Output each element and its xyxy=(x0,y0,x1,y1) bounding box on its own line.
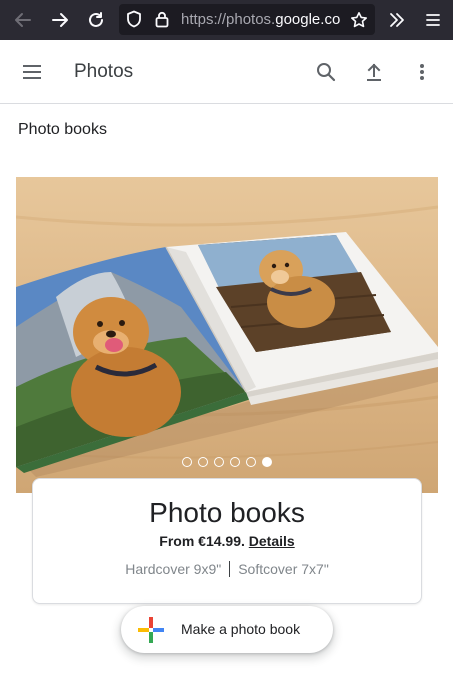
plus-icon xyxy=(138,617,164,643)
carousel-dot[interactable] xyxy=(198,457,208,467)
product-title: Photo books xyxy=(149,497,305,528)
lock-icon xyxy=(155,11,169,27)
make-photo-book-label: Make a photo book xyxy=(181,621,301,637)
app-header: Photos xyxy=(0,40,453,104)
carousel-dot[interactable] xyxy=(246,457,256,467)
section-title: Photo books xyxy=(18,121,107,138)
photo-book-image[interactable] xyxy=(16,177,438,493)
url-prefix: https://photos. xyxy=(181,11,276,28)
chevrons-right-icon xyxy=(390,13,404,27)
browser-toolbar: https://photos.google.com xyxy=(0,0,453,40)
carousel-dot-active[interactable] xyxy=(262,457,272,467)
arrow-right-icon xyxy=(52,13,68,27)
star-icon xyxy=(351,12,367,28)
site-info-button[interactable] xyxy=(149,6,175,32)
bookmark-button[interactable] xyxy=(346,7,372,33)
tracking-protection-button[interactable] xyxy=(121,6,147,32)
product-card: Photo books From €14.99. Details Hardcov… xyxy=(32,478,422,604)
details-link[interactable]: Details xyxy=(249,533,295,549)
upload-button[interactable] xyxy=(360,58,388,86)
make-photo-book-button[interactable]: Make a photo book xyxy=(121,606,333,653)
carousel-dot[interactable] xyxy=(182,457,192,467)
more-options-button[interactable] xyxy=(408,58,436,86)
url-bar[interactable]: https://photos.google.com xyxy=(119,4,375,35)
carousel-dot[interactable] xyxy=(230,457,240,467)
search-icon xyxy=(317,63,336,82)
price-text: From €14.99. xyxy=(159,533,245,549)
arrow-left-icon xyxy=(15,13,31,27)
photo-book-illustration xyxy=(16,205,438,477)
overflow-button[interactable] xyxy=(384,7,410,33)
upload-icon xyxy=(367,63,381,81)
main-menu-button[interactable] xyxy=(18,58,46,86)
forward-button[interactable] xyxy=(47,7,73,33)
format-divider xyxy=(229,561,231,577)
back-button[interactable] xyxy=(10,7,36,33)
search-button[interactable] xyxy=(312,58,340,86)
reload-button[interactable] xyxy=(83,7,109,33)
reload-icon xyxy=(89,12,103,27)
hamburger-icon xyxy=(426,14,440,26)
format-softcover: Softcover 7x7" xyxy=(238,561,329,577)
format-hardcover: Hardcover 9x9" xyxy=(125,561,222,577)
carousel-dot[interactable] xyxy=(214,457,224,467)
app-title: Photos xyxy=(74,61,134,82)
product-formats: Hardcover 9x9" Softcover 7x7" xyxy=(33,561,421,577)
url-domain: google.com xyxy=(275,11,341,28)
product-price: From €14.99. Details xyxy=(33,533,421,549)
hamburger-icon xyxy=(23,65,41,79)
more-vert-icon xyxy=(420,64,424,80)
shield-icon xyxy=(127,10,141,28)
carousel-indicators xyxy=(16,457,438,467)
url-text[interactable]: https://photos.google.com xyxy=(181,11,341,28)
browser-menu-button[interactable] xyxy=(420,7,446,33)
